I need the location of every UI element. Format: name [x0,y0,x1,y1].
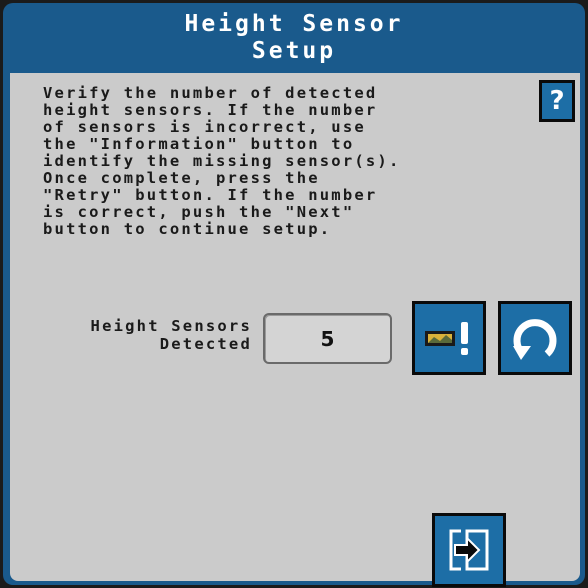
title-bar: Height Sensor Setup [3,3,585,73]
sensor-count-field: 5 [263,313,392,364]
page-title-line-2: Setup [251,38,337,64]
screen-frame: Height Sensor Setup Verify the number of… [3,3,585,587]
next-icon [449,527,489,573]
instructions-text: Verify the number of detected height sen… [43,84,401,238]
page-title-line-1: Height Sensor [184,11,404,37]
help-button[interactable]: ? [539,80,575,122]
sensor-information-icon [425,322,468,355]
sensor-count-value: 5 [320,326,335,351]
next-button[interactable] [432,513,506,587]
retry-icon [513,319,557,360]
retry-button[interactable] [498,301,572,375]
information-button[interactable] [412,301,486,375]
height-sensors-detected-label: Height Sensors Detected [90,317,252,353]
help-icon: ? [549,86,565,116]
content-panel: Verify the number of detected height sen… [10,73,580,587]
